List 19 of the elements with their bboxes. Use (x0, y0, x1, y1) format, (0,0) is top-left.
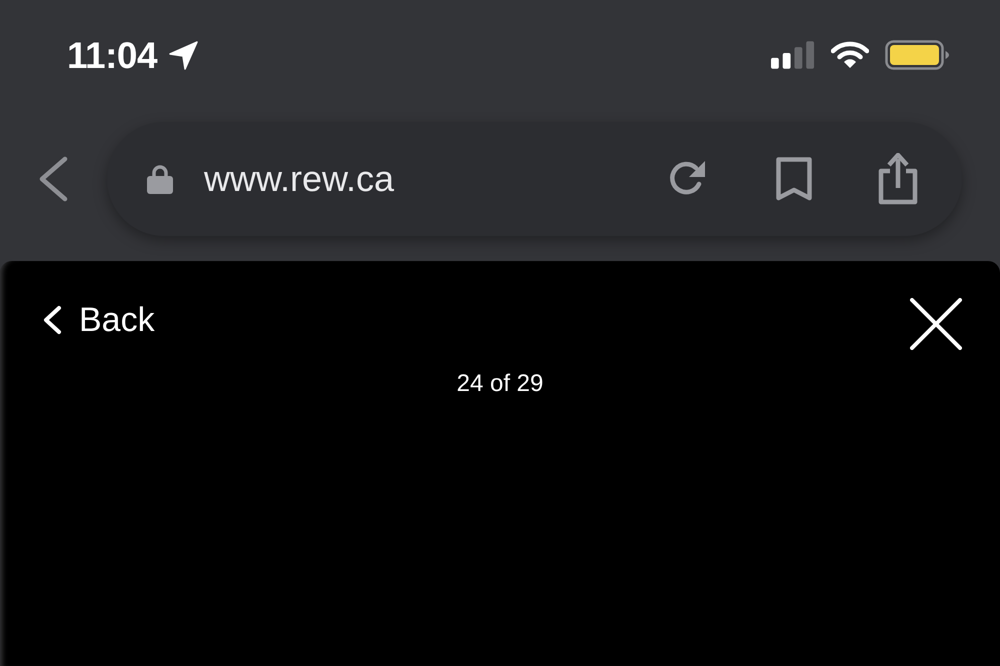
share-icon (878, 153, 918, 205)
bookmark-button[interactable] (776, 157, 812, 201)
wifi-icon (831, 41, 869, 69)
status-time: 11:04 (67, 36, 158, 74)
share-button[interactable] (878, 153, 918, 205)
url-text: www.rew.ca (204, 161, 394, 197)
signal-icon (771, 41, 816, 69)
browser-back-button[interactable] (38, 156, 68, 202)
close-icon (910, 298, 962, 350)
chevron-left-icon (42, 305, 62, 335)
back-button[interactable]: Back (42, 303, 155, 337)
photo-counter: 24 of 29 (456, 372, 544, 396)
battery-icon (885, 40, 949, 70)
address-bar[interactable]: www.rew.ca (107, 122, 962, 236)
bookmark-icon (776, 157, 812, 201)
lock-icon (147, 164, 173, 194)
chevron-left-icon (38, 156, 68, 202)
location-arrow-icon (169, 40, 198, 70)
close-button[interactable] (910, 298, 962, 350)
